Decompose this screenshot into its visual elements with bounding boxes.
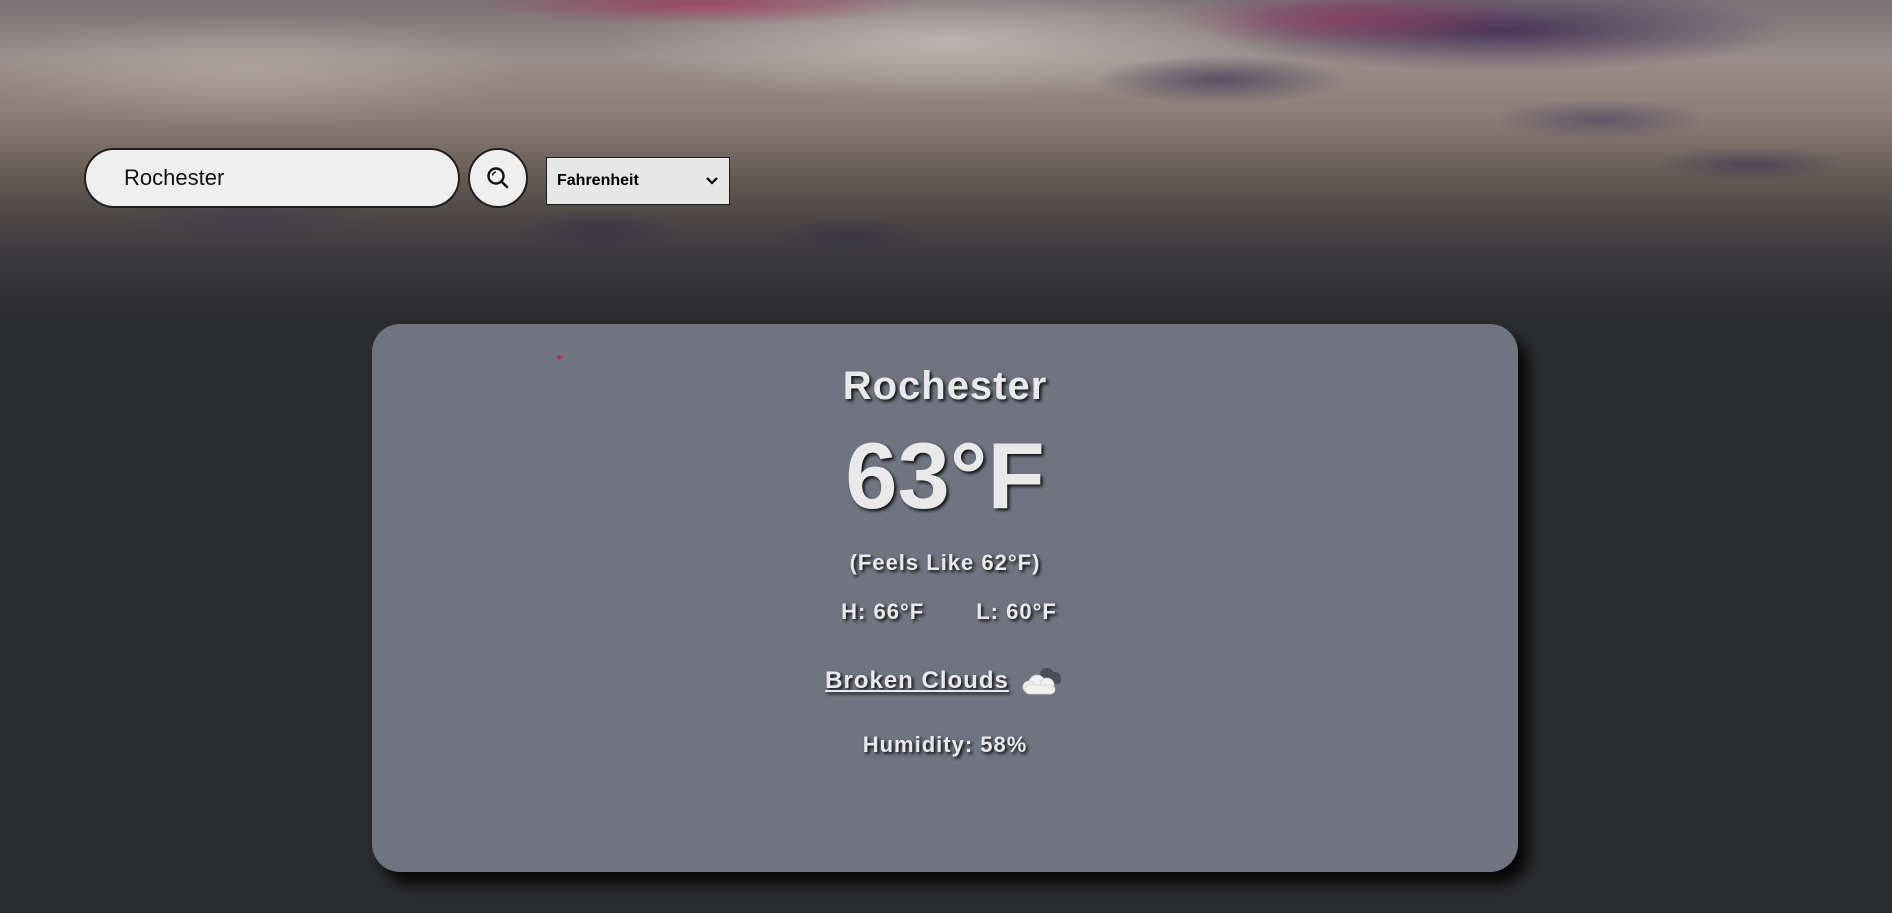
current-temperature: 63°F	[845, 423, 1045, 528]
search-button[interactable]	[468, 148, 528, 208]
weather-card: Rochester 63°F (Feels Like 62°F) H: 66°F…	[372, 324, 1518, 872]
weather-app: Fahrenheit Rochester 63°F (Feels Like 62…	[0, 0, 1892, 913]
chevron-down-icon	[706, 177, 718, 185]
humidity: Humidity: 58%	[862, 732, 1028, 757]
high-low-row: H: 66°F L: 60°F	[372, 599, 1518, 625]
red-dot-marker	[557, 355, 561, 359]
weather-condition-link[interactable]: Broken Clouds	[825, 667, 1009, 695]
search-icon	[487, 167, 509, 189]
unit-select[interactable]: Fahrenheit	[546, 157, 730, 205]
condition-row: Broken Clouds	[372, 664, 1518, 698]
broken-clouds-icon	[1022, 668, 1061, 695]
feels-like: (Feels Like 62°F)	[849, 550, 1041, 575]
city-search-input[interactable]	[84, 148, 460, 208]
city-name: Rochester	[842, 364, 1048, 408]
unit-select-value: Fahrenheit	[557, 172, 639, 189]
low-temperature: L: 60°F	[976, 599, 1057, 624]
high-temperature: H: 66°F	[841, 599, 925, 624]
